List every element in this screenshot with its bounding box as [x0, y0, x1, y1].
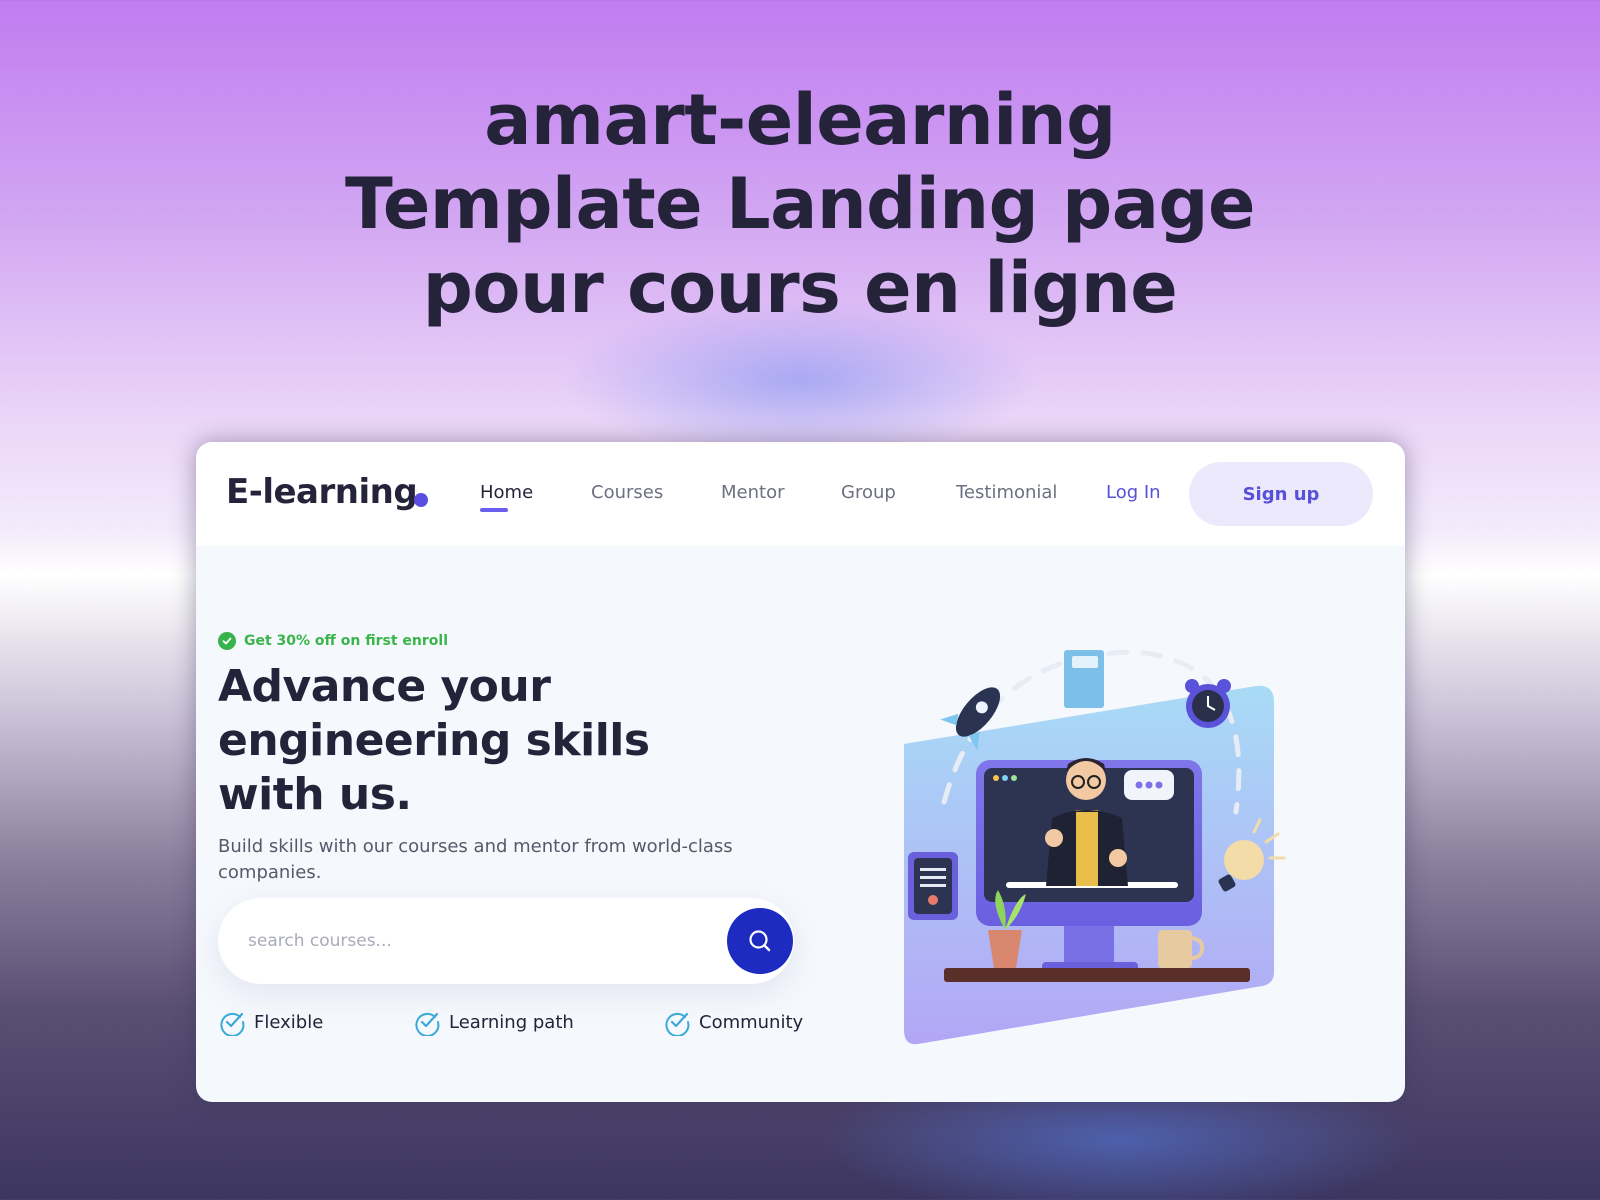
- feature-community: Community: [663, 1008, 803, 1036]
- signup-button[interactable]: Sign up: [1189, 462, 1373, 526]
- landing-page-preview: E-learning Home Courses Mentor Group Tes…: [196, 442, 1405, 1102]
- login-link[interactable]: Log In: [1106, 482, 1161, 503]
- check-circle-icon: [415, 1012, 440, 1036]
- chat-bubble-icon: [1124, 770, 1174, 800]
- promo-headline-line-2: Template Landing page: [344, 163, 1256, 245]
- feature-label: Community: [699, 1011, 804, 1033]
- nav-link-mentor[interactable]: Mentor: [721, 482, 784, 503]
- logo-dot: [414, 493, 428, 507]
- desk-shelf: [944, 968, 1250, 982]
- discount-text: Get 30% off on first enroll: [244, 633, 448, 649]
- feature-flexible: Flexible: [218, 1008, 323, 1036]
- nav-link-group[interactable]: Group: [841, 482, 896, 503]
- feature-label: Learning path: [449, 1011, 574, 1033]
- search-icon: [749, 930, 771, 952]
- book-icon: [1064, 650, 1104, 708]
- search-input[interactable]: [248, 928, 688, 954]
- promo-headline: amart-elearning Template Landing page po…: [0, 78, 1600, 330]
- nav-active-indicator: [480, 508, 508, 512]
- hero-subtitle: Build skills with our courses and mentor…: [218, 836, 733, 883]
- nav-link-home[interactable]: Home: [480, 482, 533, 503]
- certificate-icon: [908, 852, 958, 920]
- discount-badge: Get 30% off on first enroll: [218, 632, 448, 650]
- hero-illustration: [904, 649, 1286, 1045]
- course-search-bar: [218, 898, 794, 984]
- verified-badge-icon: [218, 632, 236, 650]
- feature-label: Flexible: [254, 1011, 324, 1033]
- feature-learning-path: Learning path: [413, 1008, 574, 1036]
- site-navbar: E-learning Home Courses Mentor Group Tes…: [196, 442, 1405, 546]
- nav-link-testimonial[interactable]: Testimonial: [956, 482, 1057, 503]
- check-circle-icon: [220, 1012, 245, 1036]
- site-logo[interactable]: E-learning: [226, 472, 418, 512]
- promo-headline-line-1: amart-elearning: [484, 79, 1116, 161]
- promo-headline-line-3: pour cours en ligne: [422, 247, 1178, 329]
- search-button[interactable]: [727, 908, 793, 974]
- check-circle-icon: [665, 1012, 690, 1036]
- hero-title: Advance your engineering skills with us.: [218, 661, 650, 820]
- alarm-clock-icon: [1185, 679, 1231, 728]
- nav-link-courses[interactable]: Courses: [591, 482, 663, 503]
